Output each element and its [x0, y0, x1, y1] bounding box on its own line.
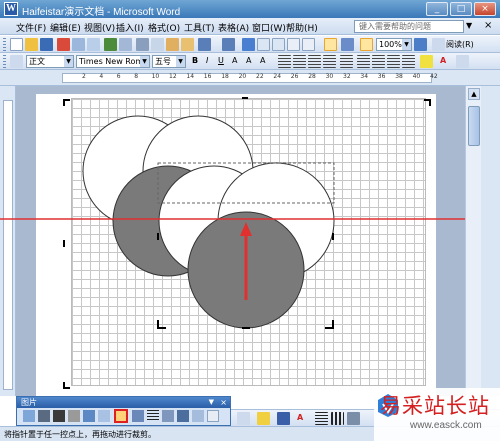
fill-color-icon[interactable] [257, 412, 270, 425]
close-toolbar-button[interactable]: × [220, 397, 227, 408]
text-wrapping-icon[interactable] [177, 410, 189, 422]
page-corner-mark [63, 382, 70, 389]
watermark: 易采站长站 www.easck.com [374, 388, 500, 441]
picture-toolbar: 图片 ▼ × [16, 396, 231, 426]
shape-tool-icon[interactable] [237, 412, 250, 425]
page-corner-mark [63, 99, 70, 106]
insert-picture-icon[interactable] [23, 410, 35, 422]
picture-toolbar-title: 图片 [21, 398, 37, 407]
line-style-icon[interactable] [147, 410, 159, 422]
color-icon[interactable] [38, 410, 50, 422]
toolbar-options-icon[interactable]: ▼ [209, 397, 214, 408]
line-color-icon[interactable] [277, 412, 290, 425]
arrow-style-icon[interactable] [347, 412, 360, 425]
drawing-layer [0, 97, 500, 389]
less-brightness-icon[interactable] [98, 410, 110, 422]
rotate-icon[interactable] [132, 410, 144, 422]
more-contrast-icon[interactable] [53, 410, 65, 422]
more-brightness-icon[interactable] [83, 410, 95, 422]
right-margin-bar [481, 86, 500, 396]
format-picture-icon[interactable] [192, 410, 204, 422]
crop-handle[interactable] [325, 320, 334, 329]
dash-style-icon[interactable] [331, 412, 344, 425]
transparent-color-icon[interactable] [207, 410, 219, 422]
scroll-up-icon[interactable]: ▲ [468, 88, 480, 100]
scroll-thumb[interactable] [468, 106, 480, 146]
watermark-url: www.easck.com [410, 420, 482, 431]
watermark-name: 易采站长站 [380, 394, 490, 418]
vertical-scrollbar[interactable]: ▲ [465, 86, 481, 396]
text-color-icon[interactable]: A [297, 413, 303, 422]
compress-icon[interactable] [162, 410, 174, 422]
crop-icon[interactable] [114, 409, 128, 423]
less-contrast-icon[interactable] [68, 410, 80, 422]
line-style-icon[interactable] [315, 412, 328, 425]
page-corner-mark [424, 99, 431, 106]
picture-toolbar-header[interactable]: 图片 ▼ × [17, 397, 230, 408]
crop-handle[interactable] [157, 320, 166, 329]
status-text: 将指针置于任一控点上，再拖动进行裁剪。 [4, 430, 156, 439]
